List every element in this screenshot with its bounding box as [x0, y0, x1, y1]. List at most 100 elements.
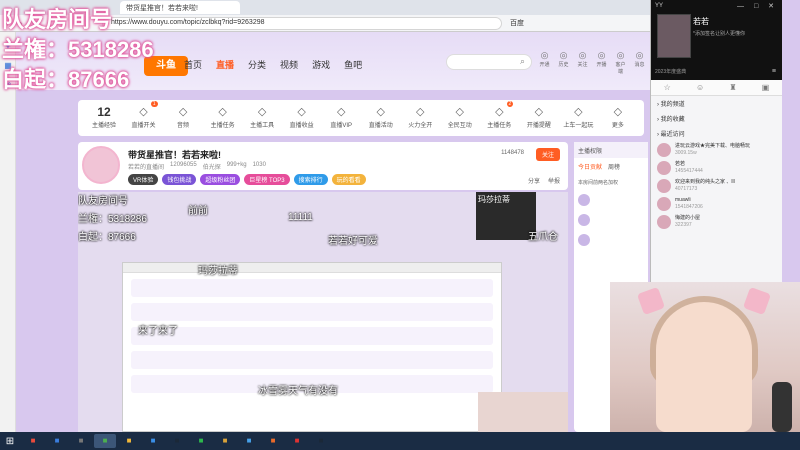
notification-badge: 1 — [150, 101, 158, 107]
nav-item[interactable]: 游戏 — [312, 58, 330, 71]
toolbar-item-label: 更多 — [611, 123, 624, 129]
folder-icon[interactable]: ■ — [118, 434, 140, 448]
yy-section[interactable]: › 我的频道 — [651, 96, 782, 111]
yy-year-banner[interactable]: 2023年度盛典 — [655, 68, 686, 75]
yy-username: 若若 — [693, 17, 709, 26]
follow-icon: ◎ — [578, 50, 587, 60]
yy-section[interactable]: › 最近访问 — [651, 126, 782, 141]
search-icon[interactable]: ⌕ — [520, 56, 525, 67]
list-item[interactable]: 欢迎来到我的纯头之家 、lll 40717173 — [651, 177, 782, 195]
danmu-text: 来了来了 — [138, 326, 178, 337]
main-nav: 首页 直播 分类 视频 游戏 鱼吧 — [184, 58, 362, 71]
search-input[interactable]: ⌕ — [446, 54, 532, 70]
subscriber-count: 1148478 — [501, 150, 524, 156]
toolbar-item[interactable]: ◇ 直播活动 — [363, 104, 399, 132]
app-icon[interactable]: ■ — [142, 434, 164, 448]
mini-card-title: 玛莎拉蒂 — [478, 195, 510, 204]
room-badge[interactable]: VR体验 — [128, 174, 159, 185]
browser-tab[interactable]: 带货星推官！若若来啦! — [120, 1, 240, 14]
yy-section[interactable]: › 我的收藏 — [651, 111, 782, 126]
overlay-title: 队友房间号 — [2, 7, 113, 32]
group-icon[interactable]: ♜ — [729, 80, 736, 95]
toolbar-item[interactable]: ◇ 全民互动 — [442, 104, 478, 132]
header-tool[interactable]: ◎ 客户端 — [614, 50, 627, 75]
toolbar-item[interactable]: ◇ 主播任务 — [205, 104, 241, 132]
toolbar-item[interactable]: ◇ 主播工具 — [244, 104, 280, 132]
app3-icon[interactable]: ■ — [262, 434, 284, 448]
channel-icon[interactable]: ▣ — [762, 80, 770, 95]
nav-item[interactable]: 直播 — [216, 58, 234, 71]
toolbar-item-icon: ◇ — [574, 106, 583, 118]
yy-signature[interactable]: *添加签名让别人更懂你 — [693, 30, 745, 37]
toolbar-item[interactable]: ◇ 音频 — [165, 104, 201, 132]
danmu-text: 前前 — [188, 206, 208, 217]
stream-video[interactable]: 玛莎拉蒂 队友房间号 兰権：5318286 白起：87666 五爪仓 前前 11111 若若… — [78, 192, 568, 432]
toolbar-item[interactable]: ◇ 直播收益 — [284, 104, 320, 132]
toolbar-item[interactable]: ◇ 开播提醒 — [521, 104, 557, 132]
window-controls[interactable]: — □ ✕ — [737, 2, 778, 10]
level-item[interactable]: 12 主播经验 — [86, 104, 122, 132]
avatar[interactable] — [657, 14, 691, 58]
avatar — [657, 179, 671, 193]
rank-tab[interactable]: 今日贡献 — [578, 162, 602, 171]
toolbar-item[interactable]: ◇ 直播开关 1 — [126, 101, 162, 132]
settings-icon[interactable]: ■ — [70, 434, 92, 448]
menu-icon[interactable]: ≡ — [772, 68, 776, 75]
toolbar-item-icon: ◇ — [178, 106, 188, 118]
toolbar-item-label: 直播收益 — [289, 123, 314, 129]
client-icon: ◎ — [616, 50, 625, 60]
nav-item[interactable]: 首页 — [184, 58, 202, 71]
rank-row[interactable] — [574, 210, 648, 230]
bookmark-baidu[interactable]: 百度 — [510, 18, 524, 28]
list-item[interactable]: muawli 1541847206 — [651, 195, 782, 213]
avatar[interactable] — [82, 146, 120, 184]
header-tool[interactable]: ◎ 开通 — [538, 50, 551, 75]
nav-item[interactable]: 视频 — [280, 58, 298, 71]
steam-icon[interactable]: ■ — [166, 434, 188, 448]
rank-tab[interactable]: 周榜 — [608, 162, 620, 171]
browser-icon[interactable]: ■ — [22, 434, 44, 448]
avatar — [578, 214, 590, 226]
game-icon[interactable]: ■ — [214, 434, 236, 448]
contact-id: 40717173 — [675, 186, 698, 192]
toolbar-item[interactable]: ◇ 上车一起玩 — [560, 104, 596, 132]
chrome-icon[interactable]: ■ — [94, 434, 116, 448]
start-icon[interactable]: ⊞ — [0, 436, 20, 447]
toolbar-item[interactable]: ◇ 直播VIP — [323, 104, 359, 132]
app4-icon[interactable]: ■ — [286, 434, 308, 448]
header-tool[interactable]: ◎ 关注 — [576, 50, 589, 75]
toolbar-item-icon: ◇ — [218, 106, 227, 118]
wechat-icon[interactable]: ■ — [190, 434, 212, 448]
nav-item[interactable]: 分类 — [248, 58, 266, 71]
room-badge[interactable]: 玩的看看 — [331, 174, 366, 185]
toolbar-item[interactable]: ◇ 更多 — [600, 104, 636, 132]
header-tool[interactable]: ◎ 历史 — [557, 50, 570, 75]
streamer-face — [656, 302, 752, 432]
room-meta: 若若的直播间 12096055 伯光探 999+kg 1030 — [128, 162, 266, 171]
toolbar-item[interactable]: ◇ 火力全开 — [402, 104, 438, 132]
header-tool[interactable]: ◎ 消息 — [633, 50, 646, 75]
star-icon[interactable]: ☆ — [664, 80, 671, 95]
room-badge[interactable]: 超级粉丝团 — [200, 174, 241, 185]
room-badge[interactable]: 搜索排行 — [293, 174, 328, 185]
url-input[interactable]: https://www.douyu.com/topic/zclbkq?rid=9… — [102, 16, 502, 30]
app2-icon[interactable]: ■ — [238, 434, 260, 448]
room-action[interactable]: 举报 — [548, 176, 560, 185]
header-tool[interactable]: ◎ 开播 — [595, 50, 608, 75]
list-item[interactable]: 进玩云游戏★完美下载、电脑畅玩 3009.15w — [651, 141, 782, 159]
explorer-icon[interactable]: ■ — [46, 434, 68, 448]
rank-row[interactable] — [574, 190, 648, 210]
room-action[interactable]: 分享 — [528, 176, 540, 185]
toolbar-item-icon: ◇ — [534, 106, 544, 118]
list-item[interactable]: 悔建的小屋 322397 — [651, 213, 782, 231]
contacts-icon[interactable]: ☺ — [696, 80, 704, 95]
room-badge[interactable]: 钱包挑战 — [162, 174, 197, 185]
list-item[interactable]: 若若 1455417444 — [651, 159, 782, 177]
rank-row[interactable] — [574, 230, 648, 250]
subscribe-button[interactable]: 关注 — [535, 148, 560, 161]
rank-head[interactable]: 主播权限 — [574, 142, 648, 158]
room-badge[interactable]: 巨星榜 TOP3 — [244, 174, 290, 185]
toolbar-item[interactable]: ◇ 主播任务 2 — [481, 101, 517, 132]
nav-item[interactable]: 鱼吧 — [344, 58, 362, 71]
steam2-icon[interactable]: ■ — [310, 434, 332, 448]
